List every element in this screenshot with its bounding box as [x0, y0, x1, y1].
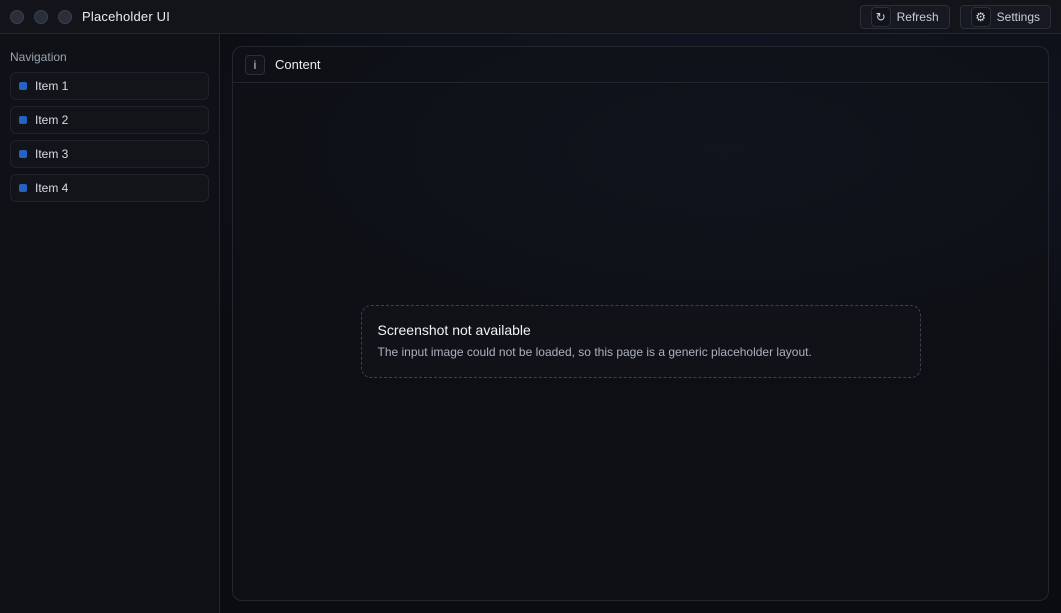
- app-window: Placeholder UI ↻ Refresh ⚙ Settings Navi…: [0, 0, 1061, 613]
- panel-title: Content: [275, 57, 321, 72]
- sidebar-item-bullet: [19, 82, 27, 90]
- gear-icon: ⚙: [970, 6, 991, 27]
- refresh-icon: ↻: [870, 6, 891, 27]
- sidebar-item-bullet: [19, 184, 27, 192]
- sidebar-item[interactable]: Item 4: [10, 174, 209, 202]
- panel-body: Screenshot not available The input image…: [233, 83, 1048, 600]
- main-layout: Navigation Item 1 Item 2 Item 3 Item 4 i…: [0, 34, 1061, 613]
- info-icon: i: [245, 54, 265, 75]
- notice-title: Screenshot not available: [377, 322, 531, 339]
- settings-button-label: Settings: [996, 9, 1040, 24]
- window-control-maximize[interactable]: [58, 9, 72, 24]
- sidebar-list: Item 1 Item 2 Item 3 Item 4: [10, 72, 209, 202]
- sidebar-item-label: Item 1: [35, 79, 69, 93]
- settings-button[interactable]: ⚙ Settings: [959, 4, 1051, 29]
- sidebar-item-label: Item 3: [35, 147, 69, 161]
- window-control-minimize[interactable]: [34, 9, 48, 24]
- sidebar-item-bullet: [19, 150, 27, 158]
- window-control-close[interactable]: [10, 9, 24, 24]
- sidebar-item-label: Item 4: [35, 181, 69, 195]
- content-panel: i Content Screenshot not available The i…: [232, 46, 1049, 601]
- sidebar-section-title: Navigation: [10, 50, 67, 64]
- sidebar-item[interactable]: Item 1: [10, 72, 209, 100]
- sidebar-item[interactable]: Item 3: [10, 140, 209, 168]
- title-bar: Placeholder UI ↻ Refresh ⚙ Settings: [0, 0, 1061, 34]
- refresh-button[interactable]: ↻ Refresh: [859, 4, 950, 29]
- sidebar-item[interactable]: Item 2: [10, 106, 209, 134]
- notice-text: The input image could not be loaded, so …: [377, 345, 812, 360]
- panel-header: i Content: [233, 47, 1048, 83]
- sidebar: Navigation Item 1 Item 2 Item 3 Item 4: [0, 34, 220, 613]
- placeholder-notice: Screenshot not available The input image…: [360, 305, 921, 378]
- sidebar-item-bullet: [19, 116, 27, 124]
- refresh-button-label: Refresh: [896, 9, 939, 24]
- sidebar-item-label: Item 2: [35, 113, 69, 127]
- content-area: i Content Screenshot not available The i…: [220, 34, 1061, 613]
- window-title: Placeholder UI: [82, 9, 171, 24]
